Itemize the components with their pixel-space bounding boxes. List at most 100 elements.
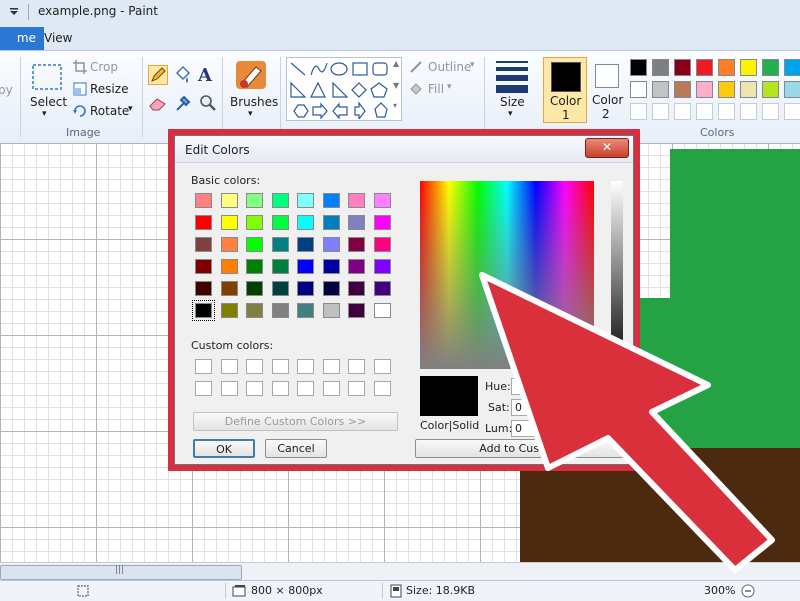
color1-button[interactable]: Color 1 (543, 57, 587, 123)
basic-color-swatch[interactable] (373, 193, 391, 208)
fill-bucket-icon[interactable] (173, 65, 193, 85)
basic-color-swatch[interactable] (271, 237, 289, 252)
palette-empty-swatch[interactable] (630, 103, 647, 120)
basic-color-swatch[interactable] (220, 259, 238, 274)
palette-swatch[interactable] (674, 59, 691, 76)
basic-color-swatch[interactable] (220, 193, 238, 208)
color-picker-icon[interactable] (173, 93, 193, 113)
basic-color-swatch[interactable] (271, 281, 289, 296)
basic-color-swatch[interactable] (195, 281, 212, 296)
basic-color-swatch[interactable] (322, 237, 340, 252)
basic-color-swatch[interactable] (246, 259, 263, 274)
basic-color-swatch[interactable] (246, 215, 263, 230)
basic-color-swatch[interactable] (373, 281, 391, 296)
cancel-button[interactable]: Cancel (265, 439, 327, 458)
palette-empty-swatch[interactable] (718, 103, 735, 120)
custom-color-swatch[interactable] (246, 359, 263, 374)
custom-color-swatch[interactable] (297, 359, 314, 374)
palette-empty-swatch[interactable] (696, 103, 713, 120)
basic-color-swatch[interactable] (220, 281, 238, 296)
palette-empty-swatch[interactable] (740, 103, 757, 120)
custom-color-swatch[interactable] (297, 381, 314, 396)
palette-swatch[interactable] (784, 59, 800, 76)
eraser-icon[interactable] (148, 93, 168, 113)
basic-color-swatch[interactable] (271, 303, 289, 318)
color2-button[interactable]: Color 2 (588, 57, 626, 123)
custom-color-swatch[interactable] (373, 381, 391, 396)
basic-color-swatch[interactable] (297, 193, 314, 208)
basic-color-swatch[interactable] (373, 303, 391, 318)
basic-color-swatch[interactable] (297, 303, 314, 318)
basic-color-swatch[interactable] (348, 215, 365, 230)
palette-swatch[interactable] (652, 59, 669, 76)
magnifier-icon[interactable] (198, 93, 218, 113)
palette-swatch[interactable] (674, 81, 691, 98)
basic-color-swatch[interactable] (195, 193, 212, 208)
rotate-dropdown-icon[interactable]: ▾ (128, 104, 133, 114)
basic-color-swatch[interactable] (195, 215, 212, 230)
luminosity-slider[interactable] (611, 181, 623, 369)
basic-color-swatch[interactable] (373, 259, 391, 274)
palette-empty-swatch[interactable] (674, 103, 691, 120)
palette-swatch[interactable] (652, 81, 669, 98)
ok-button[interactable]: OK (193, 439, 255, 458)
custom-color-swatch[interactable] (220, 359, 238, 374)
basic-color-swatch[interactable] (246, 281, 263, 296)
basic-color-swatch[interactable] (373, 237, 391, 252)
quick-access-dropdown-icon[interactable] (8, 5, 20, 17)
scrollbar-thumb[interactable]: ||| (0, 565, 242, 580)
lum-field[interactable]: 0 (511, 420, 541, 437)
shapes-expand-icon[interactable]: ▾ (393, 101, 397, 110)
custom-color-swatch[interactable] (322, 381, 340, 396)
basic-color-swatch[interactable] (322, 215, 340, 230)
fill-dropdown-icon[interactable]: ▾ (447, 82, 452, 92)
basic-color-swatch[interactable] (271, 259, 289, 274)
shapes-scroll-up-icon[interactable]: ▲ (393, 59, 399, 68)
basic-color-swatch[interactable] (322, 193, 340, 208)
crop-button[interactable]: Crop (90, 60, 118, 74)
basic-color-swatch[interactable] (246, 237, 263, 252)
custom-color-swatch[interactable] (271, 381, 289, 396)
palette-swatch[interactable] (718, 59, 735, 76)
resize-button[interactable]: Resize (90, 82, 128, 96)
basic-color-swatch[interactable] (195, 259, 212, 274)
horizontal-scrollbar[interactable]: ||| (0, 562, 800, 581)
sat-field[interactable]: 0 (511, 399, 541, 416)
basic-color-swatch[interactable] (220, 237, 238, 252)
palette-swatch[interactable] (740, 81, 757, 98)
basic-color-swatch[interactable] (322, 281, 340, 296)
dialog-close-button[interactable]: ✕ (585, 138, 629, 158)
shapes-gallery[interactable] (286, 57, 402, 121)
color-spectrum[interactable] (420, 181, 594, 369)
fill-button[interactable]: Fill (428, 82, 444, 96)
palette-swatch[interactable] (718, 81, 735, 98)
select-button[interactable]: Select ▾ (30, 61, 67, 123)
basic-color-swatch[interactable] (348, 281, 365, 296)
shapes-scroll-down-icon[interactable]: ▼ (393, 81, 399, 90)
palette-swatch[interactable] (630, 59, 647, 76)
basic-color-swatch[interactable] (348, 237, 365, 252)
basic-color-swatch[interactable] (220, 303, 238, 318)
palette-empty-swatch[interactable] (784, 103, 800, 120)
size-button[interactable]: Size ▾ (490, 59, 534, 125)
custom-color-swatch[interactable] (348, 359, 365, 374)
basic-color-swatch[interactable] (373, 215, 391, 230)
custom-color-swatch[interactable] (348, 381, 365, 396)
palette-swatch[interactable] (740, 59, 757, 76)
basic-color-swatch[interactable] (271, 215, 289, 230)
basic-color-swatch[interactable] (192, 300, 215, 321)
custom-color-swatch[interactable] (373, 359, 391, 374)
palette-swatch[interactable] (696, 81, 713, 98)
palette-swatch[interactable] (762, 59, 779, 76)
paste-button-partial[interactable]: py (0, 83, 13, 97)
custom-color-swatch[interactable] (271, 359, 289, 374)
custom-color-swatch[interactable] (246, 381, 263, 396)
add-to-custom-colors-button[interactable]: Add to Custom (415, 439, 625, 458)
text-tool-icon[interactable]: A (198, 65, 212, 86)
palette-empty-swatch[interactable] (652, 103, 669, 120)
custom-color-swatch[interactable] (322, 359, 340, 374)
palette-swatch[interactable] (696, 59, 713, 76)
palette-swatch[interactable] (784, 81, 800, 98)
basic-color-swatch[interactable] (195, 237, 212, 252)
basic-color-swatch[interactable] (297, 215, 314, 230)
